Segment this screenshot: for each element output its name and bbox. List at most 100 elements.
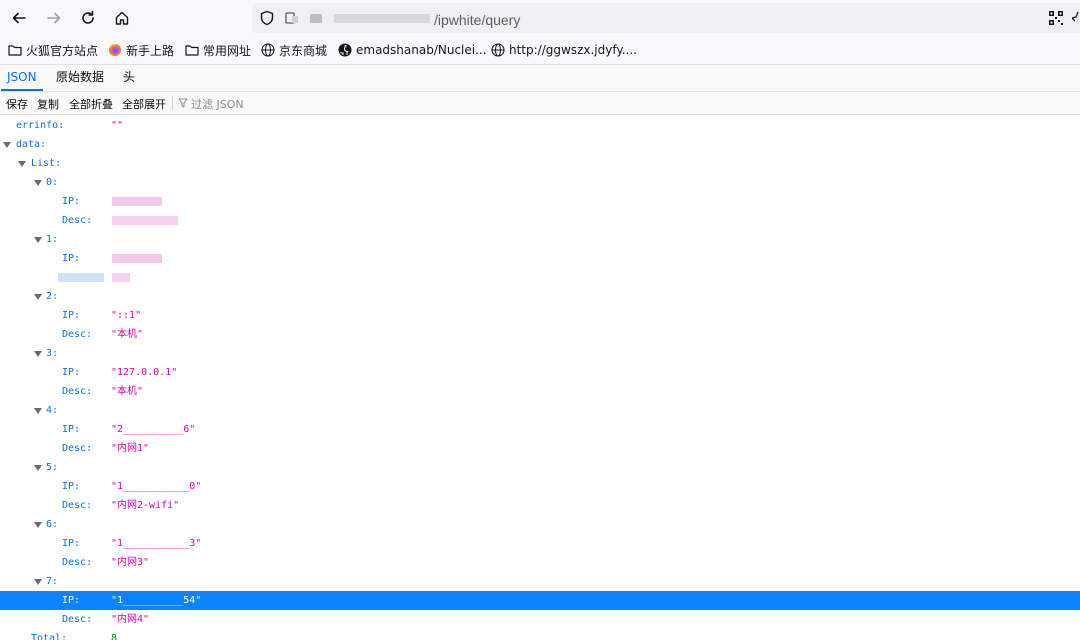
tree-row-desc[interactable]: Desc: "内网2-wifi" [0, 496, 1080, 515]
expand-all-button[interactable]: 全部展开 [122, 96, 166, 112]
json-index: 6: [46, 519, 59, 530]
filter-placeholder: 过滤 JSON [191, 98, 244, 111]
bookmark-item[interactable]: emadshanab/Nuclei... [338, 41, 487, 59]
tab-json[interactable]: JSON [1, 65, 43, 91]
address-bar[interactable]: /ipwhite/query [252, 3, 1080, 33]
folder-icon [8, 44, 22, 56]
json-string-value: "" [111, 120, 124, 131]
tree-row-desc[interactable]: Desc: "本机" [0, 382, 1080, 401]
tree-row-ip-selected[interactable]: IP: "1__________54" [0, 591, 1080, 610]
redacted-value [112, 254, 162, 263]
tree-row-index[interactable]: 6: [0, 515, 1080, 534]
copy-button[interactable]: 复制 [37, 96, 59, 112]
redacted-host [310, 14, 322, 23]
expand-toggle-icon[interactable] [34, 408, 42, 414]
tree-row-errinfo[interactable]: errinfo: "" [0, 116, 1080, 135]
redacted-value [112, 273, 130, 282]
json-key: IP: [62, 310, 81, 321]
tree-row-ip[interactable]: IP: "2__________6" [0, 420, 1080, 439]
back-button[interactable] [7, 6, 31, 30]
bookmark-label: 新手上路 [126, 43, 175, 58]
bookmark-star-icon[interactable] [1070, 10, 1080, 29]
tree-row-total[interactable]: Total: 8 [0, 629, 1080, 640]
collapse-all-button[interactable]: 全部折叠 [69, 96, 113, 112]
json-viewer-toolbar: 保存 复制 全部折叠 全部展开 过滤 JSON [0, 92, 1080, 115]
json-key: List: [31, 158, 62, 169]
bookmark-label: 火狐官方站点 [26, 43, 99, 58]
expand-toggle-icon[interactable] [34, 294, 42, 300]
expand-toggle-icon[interactable] [3, 142, 11, 148]
tree-row-list[interactable]: List: [0, 154, 1080, 173]
tree-row-index[interactable]: 7: [0, 572, 1080, 591]
tree-row-index[interactable]: 1: [0, 230, 1080, 249]
json-index: 5: [46, 462, 59, 473]
tree-row-desc[interactable]: Desc: [0, 211, 1080, 230]
json-key: IP: [62, 367, 81, 378]
json-number-value: 8 [111, 633, 118, 640]
expand-toggle-icon[interactable] [18, 161, 26, 167]
json-key: IP: [62, 595, 81, 606]
tree-row-index[interactable]: 4: [0, 401, 1080, 420]
tree-row-data[interactable]: data: [0, 135, 1080, 154]
bookmark-label: emadshanab/Nuclei... [356, 43, 487, 57]
filter-icon [178, 98, 188, 111]
expand-toggle-icon[interactable] [34, 180, 42, 186]
json-index: 3: [46, 348, 59, 359]
bookmarks-bar: 火狐官方站点 新手上路 常用网址 京东商城 emadshanab/Nuclei.… [0, 36, 1080, 65]
reload-button[interactable] [76, 6, 100, 30]
redacted-host [334, 14, 430, 23]
save-button[interactable]: 保存 [6, 96, 28, 112]
redacted-key [58, 273, 104, 282]
bookmark-item[interactable]: 京东商城 [261, 41, 327, 59]
expand-toggle-icon[interactable] [34, 522, 42, 528]
tab-headers[interactable]: 头 [117, 65, 141, 91]
tree-row-ip[interactable]: IP: [0, 192, 1080, 211]
tree-row-desc[interactable]: Desc: "内网3" [0, 553, 1080, 572]
json-key: Desc: [62, 386, 93, 397]
tree-row-ip[interactable]: IP: "::1" [0, 306, 1080, 325]
bookmark-item[interactable]: 火狐官方站点 [8, 41, 98, 59]
tree-row-ip[interactable]: IP: [0, 249, 1080, 268]
bookmark-item[interactable]: 常用网址 [185, 41, 251, 59]
home-button[interactable] [110, 6, 134, 30]
qr-code-icon[interactable] [1049, 10, 1063, 29]
expand-toggle-icon[interactable] [34, 579, 42, 585]
tree-row-ip[interactable]: IP: "1___________0" [0, 477, 1080, 496]
json-index: 1: [46, 234, 59, 245]
github-icon [338, 43, 352, 57]
json-string-value: "内网2-wifi" [111, 500, 180, 511]
bookmark-item[interactable]: 新手上路 [108, 41, 174, 59]
tree-row-desc[interactable] [0, 268, 1080, 287]
forward-button[interactable] [42, 6, 66, 30]
json-key: IP: [62, 253, 81, 264]
tree-row-desc[interactable]: Desc: "内网1" [0, 439, 1080, 458]
shield-icon[interactable] [259, 10, 275, 30]
tab-raw-data[interactable]: 原始数据 [50, 65, 110, 91]
browser-toolbar: /ipwhite/query [0, 0, 1080, 36]
json-index: 7: [46, 576, 59, 587]
filter-json-input[interactable]: 过滤 JSON [178, 96, 244, 112]
expand-toggle-icon[interactable] [34, 351, 42, 357]
globe-icon [261, 43, 275, 57]
bookmark-label: http://ggwszx.jdyfy.... [509, 43, 637, 57]
tree-row-desc[interactable]: Desc: "内网4" [0, 610, 1080, 629]
json-string-value: "1__________54" [111, 595, 202, 606]
tree-row-index[interactable]: 0: [0, 173, 1080, 192]
tree-row-index[interactable]: 3: [0, 344, 1080, 363]
bookmark-label: 常用网址 [203, 43, 252, 58]
connection-info-icon[interactable] [284, 10, 300, 30]
redacted-value [112, 216, 178, 225]
expand-toggle-icon[interactable] [34, 465, 42, 471]
expand-toggle-icon[interactable] [34, 237, 42, 243]
tree-row-index[interactable]: 2: [0, 287, 1080, 306]
tree-row-ip[interactable]: IP: "127.0.0.1" [0, 363, 1080, 382]
globe-icon [491, 43, 505, 57]
tree-row-index[interactable]: 5: [0, 458, 1080, 477]
json-string-value: "内网1" [111, 443, 150, 454]
json-string-value: "1___________3" [111, 538, 202, 549]
home-icon [114, 10, 130, 26]
tree-row-ip[interactable]: IP: "1___________3" [0, 534, 1080, 553]
tree-row-desc[interactable]: Desc: "本机" [0, 325, 1080, 344]
bookmark-item[interactable]: http://ggwszx.jdyfy.... [491, 41, 637, 59]
json-key: Desc: [62, 215, 93, 226]
